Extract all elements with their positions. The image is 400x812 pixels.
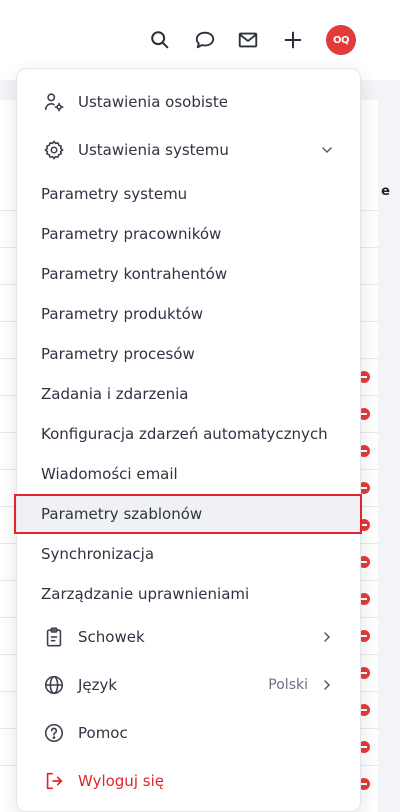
chevron-right-icon: [320, 678, 334, 692]
menu-item-label: Wyloguj się: [78, 772, 164, 790]
menu-item-label: Język: [78, 676, 118, 694]
chat-icon[interactable]: [193, 28, 217, 52]
submenu-item-tasks-events[interactable]: Zadania i zdarzenia: [17, 377, 360, 411]
user-settings-icon: [42, 90, 66, 114]
submenu-item-label: Parametry szablonów: [41, 505, 203, 523]
submenu-item-contractor-parameters[interactable]: Parametry kontrahentów: [17, 257, 360, 291]
logout-icon: [42, 769, 66, 793]
menu-item-personal-settings[interactable]: Ustawienia osobiste: [17, 85, 360, 119]
submenu-item-label: Konfiguracja zdarzeń automatycznych: [41, 425, 328, 443]
table-header-fragment: e: [381, 184, 390, 199]
submenu-item-process-parameters[interactable]: Parametry procesów: [17, 337, 360, 371]
submenu-item-label: Parametry pracowników: [41, 225, 222, 243]
help-icon: [42, 721, 66, 745]
menu-item-logout[interactable]: Wyloguj się: [17, 764, 360, 798]
user-dropdown-menu: Ustawienia osobiste Ustawienia systemu P…: [16, 68, 361, 812]
submenu-item-label: Zarządzanie uprawnieniami: [41, 585, 250, 603]
mail-icon[interactable]: [236, 28, 260, 52]
submenu-item-system-parameters[interactable]: Parametry systemu: [17, 177, 360, 211]
menu-item-system-settings[interactable]: Ustawienia systemu: [17, 133, 360, 167]
menu-item-label: Ustawienia systemu: [78, 141, 229, 159]
menu-item-help[interactable]: Pomoc: [17, 716, 360, 750]
submenu-item-employee-parameters[interactable]: Parametry pracowników: [17, 217, 360, 251]
submenu-item-label: Parametry produktów: [41, 305, 204, 323]
submenu-item-automatic-events-config[interactable]: Konfiguracja zdarzeń automatycznych: [17, 417, 360, 451]
submenu-item-synchronization[interactable]: Synchronizacja: [17, 537, 360, 571]
menu-item-label: Schowek: [78, 628, 145, 646]
chevron-down-icon: [320, 143, 334, 157]
gear-icon: [42, 138, 66, 162]
avatar[interactable]: OQ: [326, 25, 356, 55]
submenu-item-permissions[interactable]: Zarządzanie uprawnieniami: [17, 577, 360, 611]
clipboard-icon: [42, 625, 66, 649]
submenu-item-label: Wiadomości email: [41, 465, 178, 483]
submenu-item-label: Parametry kontrahentów: [41, 265, 228, 283]
submenu-item-label: Parametry systemu: [41, 185, 188, 203]
menu-item-clipboard[interactable]: Schowek: [17, 620, 360, 654]
globe-icon: [42, 673, 66, 697]
chevron-right-icon: [320, 630, 334, 644]
menu-item-language[interactable]: Język Polski: [17, 668, 360, 702]
submenu-item-label: Synchronizacja: [41, 545, 155, 563]
submenu-item-label: Zadania i zdarzenia: [41, 385, 189, 403]
menu-item-label: Pomoc: [78, 724, 128, 742]
language-value: Polski: [268, 677, 308, 693]
submenu-item-product-parameters[interactable]: Parametry produktów: [17, 297, 360, 331]
menu-item-label: Ustawienia osobiste: [78, 93, 228, 111]
submenu-item-email-messages[interactable]: Wiadomości email: [17, 457, 360, 491]
submenu-item-template-parameters[interactable]: Parametry szablonów: [17, 495, 360, 533]
search-icon[interactable]: [148, 28, 172, 52]
submenu-item-label: Parametry procesów: [41, 345, 195, 363]
plus-icon[interactable]: [281, 28, 305, 52]
